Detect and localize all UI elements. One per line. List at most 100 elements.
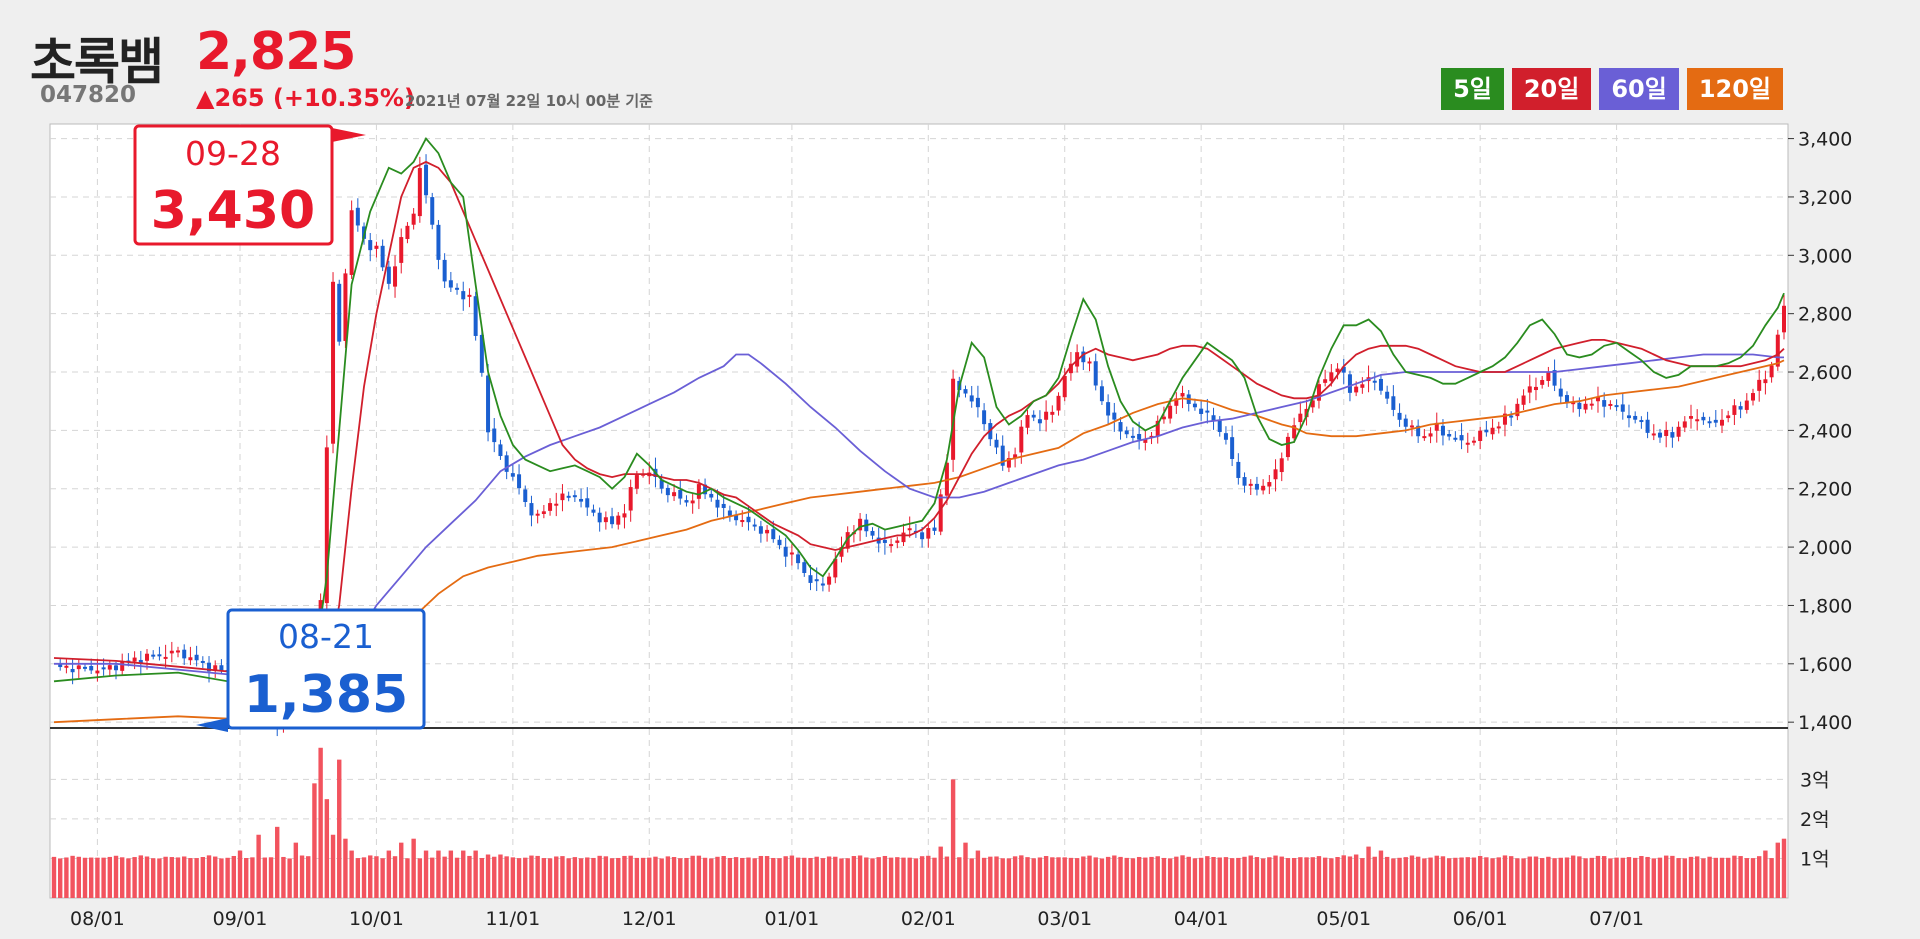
candle-body	[920, 532, 925, 540]
price-tick-label: 1,800	[1798, 595, 1852, 617]
volume-bar	[510, 857, 516, 898]
volume-bar	[795, 857, 801, 898]
candle-body	[827, 576, 832, 585]
candle-body	[1242, 477, 1247, 486]
volume-bar	[1577, 856, 1582, 898]
candle-body	[405, 225, 410, 240]
volume-bar	[380, 858, 385, 898]
candle-body	[808, 575, 813, 583]
price-tick-label: 2,800	[1798, 304, 1852, 326]
volume-bar	[1167, 858, 1173, 898]
volume-bar	[516, 858, 522, 898]
candle-body	[194, 654, 199, 661]
candle-body	[1025, 415, 1030, 428]
volume-bar	[1372, 856, 1377, 898]
candle-body	[634, 475, 639, 489]
price-tick-label: 3,400	[1798, 129, 1852, 151]
volume-bar	[1626, 857, 1632, 898]
volume-bar	[1192, 858, 1198, 898]
volume-bar	[1291, 858, 1297, 898]
candle-body	[585, 498, 590, 508]
volume-bar	[826, 856, 832, 898]
candle-body	[1657, 432, 1662, 438]
volume-bar	[740, 857, 745, 898]
candle-body	[1205, 410, 1210, 413]
candle-body	[188, 657, 193, 661]
candle-body	[895, 540, 900, 543]
candle-body	[690, 500, 695, 504]
candle-body	[628, 487, 633, 511]
candle-body	[678, 489, 683, 499]
candle-body	[727, 510, 732, 516]
volume-bar	[1242, 856, 1247, 898]
volume-bar	[1595, 855, 1601, 898]
candle-body	[1515, 403, 1520, 417]
volume-bar	[975, 850, 981, 898]
volume-bar	[597, 855, 602, 898]
volume-bar	[399, 842, 404, 898]
volume-bar	[944, 856, 950, 898]
volume-bar	[981, 857, 987, 898]
volume-bar	[1012, 856, 1018, 898]
volume-bar	[1050, 857, 1055, 898]
candle-body	[1583, 403, 1588, 410]
candle-body	[1645, 419, 1650, 433]
candle-body	[380, 245, 385, 268]
candle-body	[1527, 386, 1532, 393]
volume-bar	[163, 856, 168, 898]
candle-body	[1701, 416, 1706, 421]
date-tick-label: 11/01	[485, 908, 540, 930]
volume-bar	[1329, 858, 1334, 898]
candle-body	[740, 520, 745, 523]
volume-bar	[727, 857, 733, 898]
candle-body	[1589, 403, 1594, 406]
volume-bar	[529, 855, 534, 898]
candle-body	[1695, 419, 1700, 422]
candle-body	[1267, 482, 1272, 487]
price-tick-label: 2,000	[1798, 537, 1852, 559]
candle-body	[591, 509, 596, 513]
candle-body	[1236, 461, 1241, 478]
volume-bar	[436, 850, 441, 898]
volume-bar	[1118, 856, 1123, 898]
volume-bar	[1694, 856, 1700, 898]
volume-bar	[1143, 857, 1148, 898]
volume-bar	[541, 858, 547, 898]
candle-body	[1484, 429, 1489, 433]
volume-bar	[492, 856, 497, 898]
date-tick-label: 07/01	[1589, 908, 1644, 930]
volume-bar	[950, 779, 956, 898]
volume-bar	[306, 856, 311, 898]
volume-bar	[1267, 857, 1272, 898]
candle-body	[337, 283, 342, 342]
volume-bar	[640, 857, 646, 898]
candle-body	[783, 546, 788, 557]
candle-body	[1031, 414, 1036, 418]
candle-body	[597, 512, 602, 523]
volume-bar	[1570, 855, 1576, 898]
price-volume-chart[interactable]: 1,400 1,600 1,800 2,000 2,200 2,400 2,600 2,800…	[0, 0, 1920, 939]
candle-body	[1223, 433, 1228, 440]
volume-bar	[721, 856, 726, 898]
candle-body	[889, 544, 894, 547]
candle-body	[467, 294, 472, 297]
volume-bar	[1019, 855, 1024, 898]
volume-bar	[814, 856, 819, 898]
date-tick-label: 02/01	[901, 908, 956, 930]
candle-body	[1298, 413, 1303, 423]
candle-body	[455, 287, 460, 290]
volume-bar	[281, 856, 286, 898]
price-tick-label: 1,600	[1798, 654, 1852, 676]
volume-bar	[671, 857, 677, 898]
price-tick-label: 1,400	[1798, 712, 1852, 734]
volume-bar	[864, 857, 869, 898]
volume-bar	[566, 858, 571, 898]
candle-body	[1180, 393, 1185, 397]
candle-body	[603, 517, 608, 523]
volume-bar	[919, 856, 925, 898]
date-axis: 08/01 09/01 10/01 11/01 12/01 01/01 02/01 03/01…	[70, 908, 1644, 930]
candle-body	[411, 213, 416, 225]
volume-bar	[845, 858, 850, 898]
volume-bar	[1056, 857, 1061, 898]
date-tick-label: 01/01	[765, 908, 820, 930]
